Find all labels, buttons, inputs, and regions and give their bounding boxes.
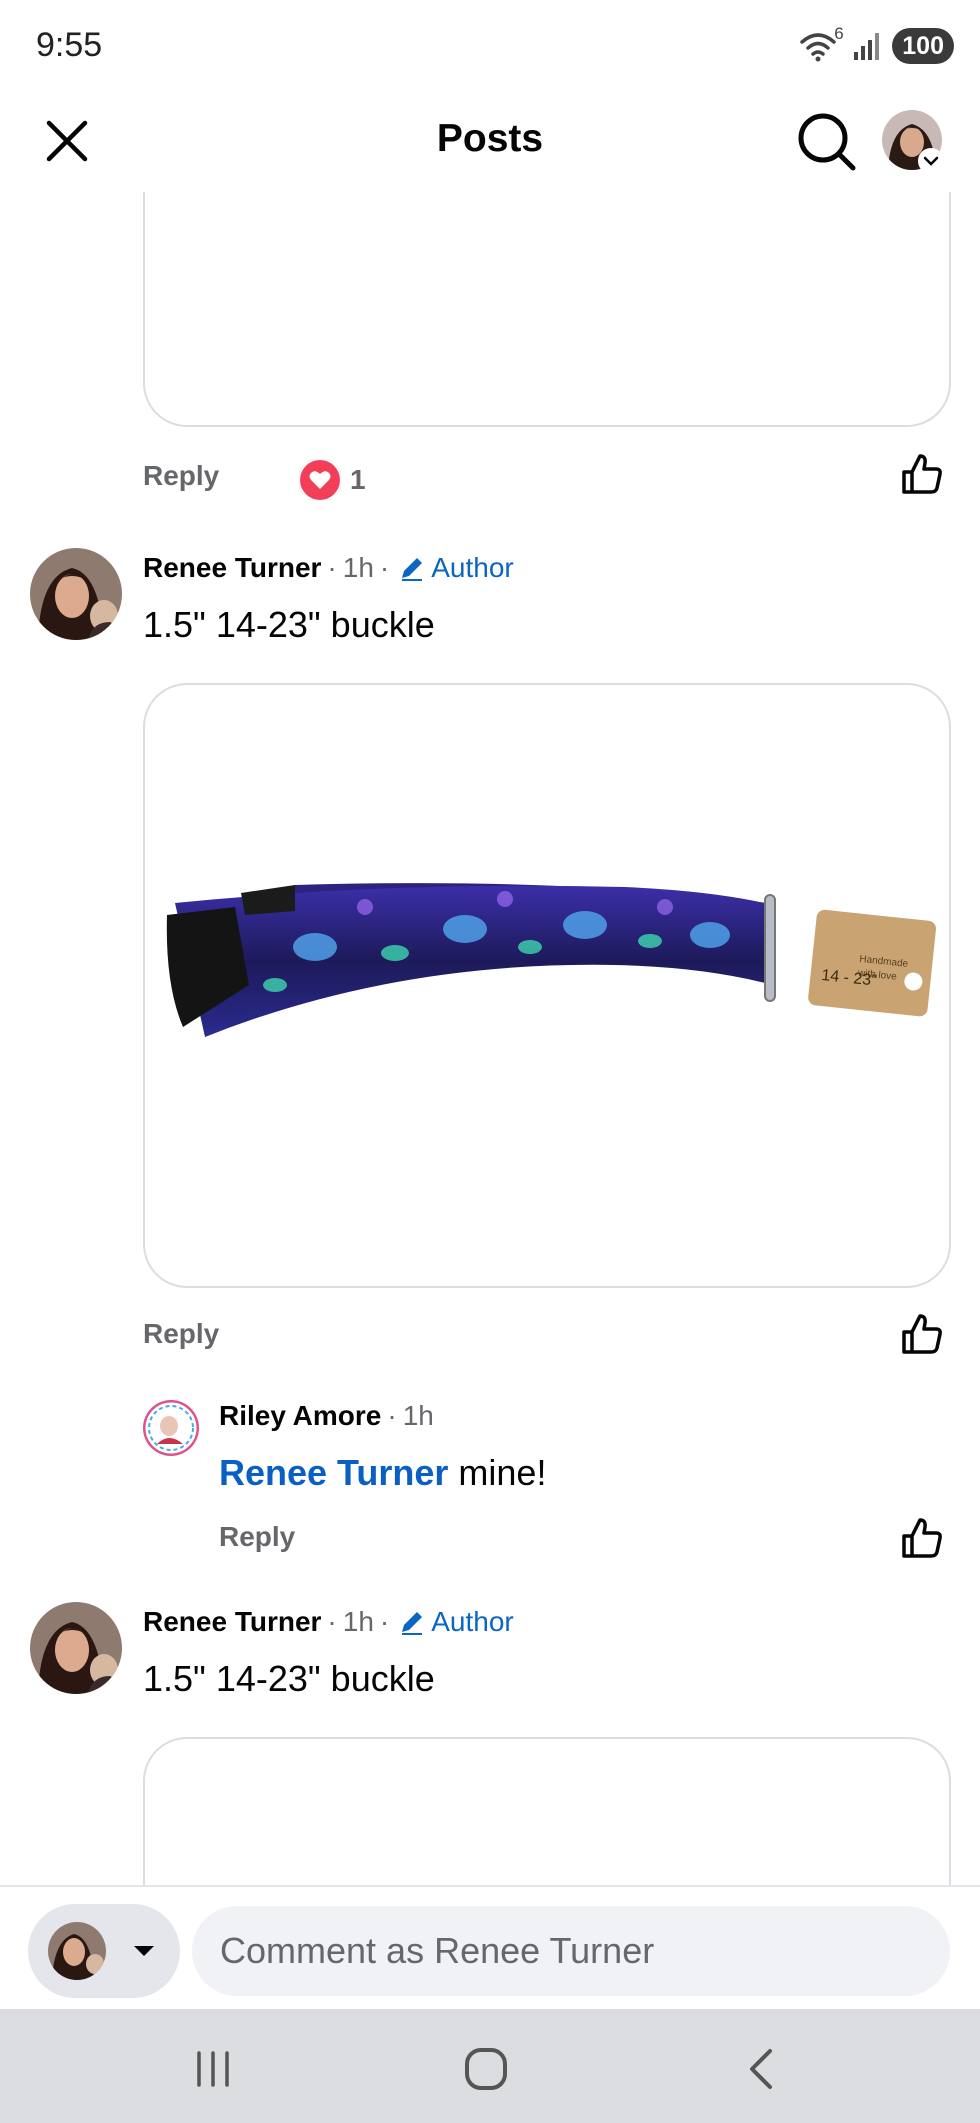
meta-separator: ·	[387, 1400, 397, 1431]
like-button[interactable]	[900, 1312, 944, 1356]
identity-switcher[interactable]	[28, 1904, 180, 1998]
commenter-avatar[interactable]	[143, 1400, 199, 1456]
comment-meta: Renee Turner · 1h · Author	[143, 552, 514, 584]
back-button[interactable]	[732, 2039, 792, 2099]
avatar	[48, 1922, 106, 1980]
reaction-summary[interactable]: 1	[300, 460, 366, 500]
chevron-down-icon[interactable]	[918, 148, 944, 174]
thumbs-up-icon	[902, 1314, 942, 1354]
author-badge-label: Author	[431, 1606, 514, 1637]
thumbs-up-icon	[902, 1518, 942, 1558]
reply-button[interactable]: Reply	[219, 1521, 295, 1553]
comment-body: mine!	[458, 1452, 547, 1493]
search-icon	[798, 113, 856, 171]
comment-meta: Renee Turner · 1h · Author	[143, 1606, 514, 1638]
pencil-icon	[402, 558, 423, 581]
comment-time[interactable]: 1h	[343, 1606, 374, 1638]
search-button[interactable]	[795, 110, 859, 174]
comment-time[interactable]: 1h	[343, 552, 374, 584]
author-badge: Author	[399, 1606, 514, 1638]
comment-input[interactable]	[192, 1906, 950, 1996]
home-button[interactable]	[456, 2039, 516, 2099]
like-button[interactable]	[900, 1516, 944, 1560]
heart-icon	[300, 460, 340, 500]
system-nav-bar	[0, 2009, 980, 2123]
dog-collar-photo: Handmade with love 14 - 23"	[166, 883, 936, 1037]
comment-composer	[0, 1885, 980, 2009]
status-icons: 6 100	[800, 24, 954, 66]
wifi-label: 6	[834, 24, 844, 43]
meta-separator: ·	[327, 552, 337, 583]
comment-image[interactable]: Handmade with love 14 - 23"	[143, 683, 951, 1288]
recent-apps-button[interactable]	[183, 2039, 243, 2099]
comment-image[interactable]	[143, 1737, 951, 1907]
author-name[interactable]: Renee Turner	[143, 552, 321, 584]
status-bar: 9:55 6 100	[0, 0, 980, 92]
avatar-photo	[30, 548, 122, 640]
author-name[interactable]: Riley Amore	[219, 1400, 381, 1432]
reply-button[interactable]: Reply	[143, 1318, 219, 1350]
meta-separator: ·	[379, 552, 390, 583]
commenter-avatar[interactable]	[30, 548, 122, 640]
mention-link[interactable]: Renee Turner	[219, 1452, 448, 1493]
thumbs-up-icon	[902, 454, 942, 494]
app-header: Posts	[0, 92, 980, 192]
pencil-icon	[402, 1612, 423, 1635]
wifi-icon: 6	[800, 24, 844, 64]
reaction-count: 1	[350, 464, 366, 495]
avatar-photo	[30, 1602, 122, 1694]
battery-indicator: 100	[892, 28, 954, 64]
author-name[interactable]: Renee Turner	[143, 1606, 321, 1638]
like-button[interactable]	[900, 452, 944, 496]
recent-apps-icon	[197, 2051, 229, 2087]
back-icon	[750, 2049, 772, 2089]
caret-down-icon	[132, 1944, 156, 1963]
avatar-photo	[143, 1400, 199, 1456]
home-icon	[465, 2048, 507, 2090]
author-badge-label: Author	[431, 552, 514, 583]
status-time: 9:55	[36, 26, 103, 64]
signal-icon	[852, 30, 884, 62]
avatar-photo	[48, 1922, 106, 1980]
meta-separator: ·	[327, 1606, 337, 1637]
commenter-avatar[interactable]	[30, 1602, 122, 1694]
comment-text: Renee Turner mine!	[219, 1452, 546, 1494]
author-badge: Author	[399, 552, 514, 584]
meta-separator: ·	[379, 1606, 390, 1637]
comment-text: 1.5" 14-23" buckle	[143, 604, 435, 645]
reply-button[interactable]: Reply	[143, 460, 219, 492]
comment-meta: Riley Amore · 1h	[219, 1400, 434, 1432]
comment-time[interactable]: 1h	[403, 1400, 434, 1432]
comment-text: 1.5" 14-23" buckle	[143, 1658, 435, 1699]
